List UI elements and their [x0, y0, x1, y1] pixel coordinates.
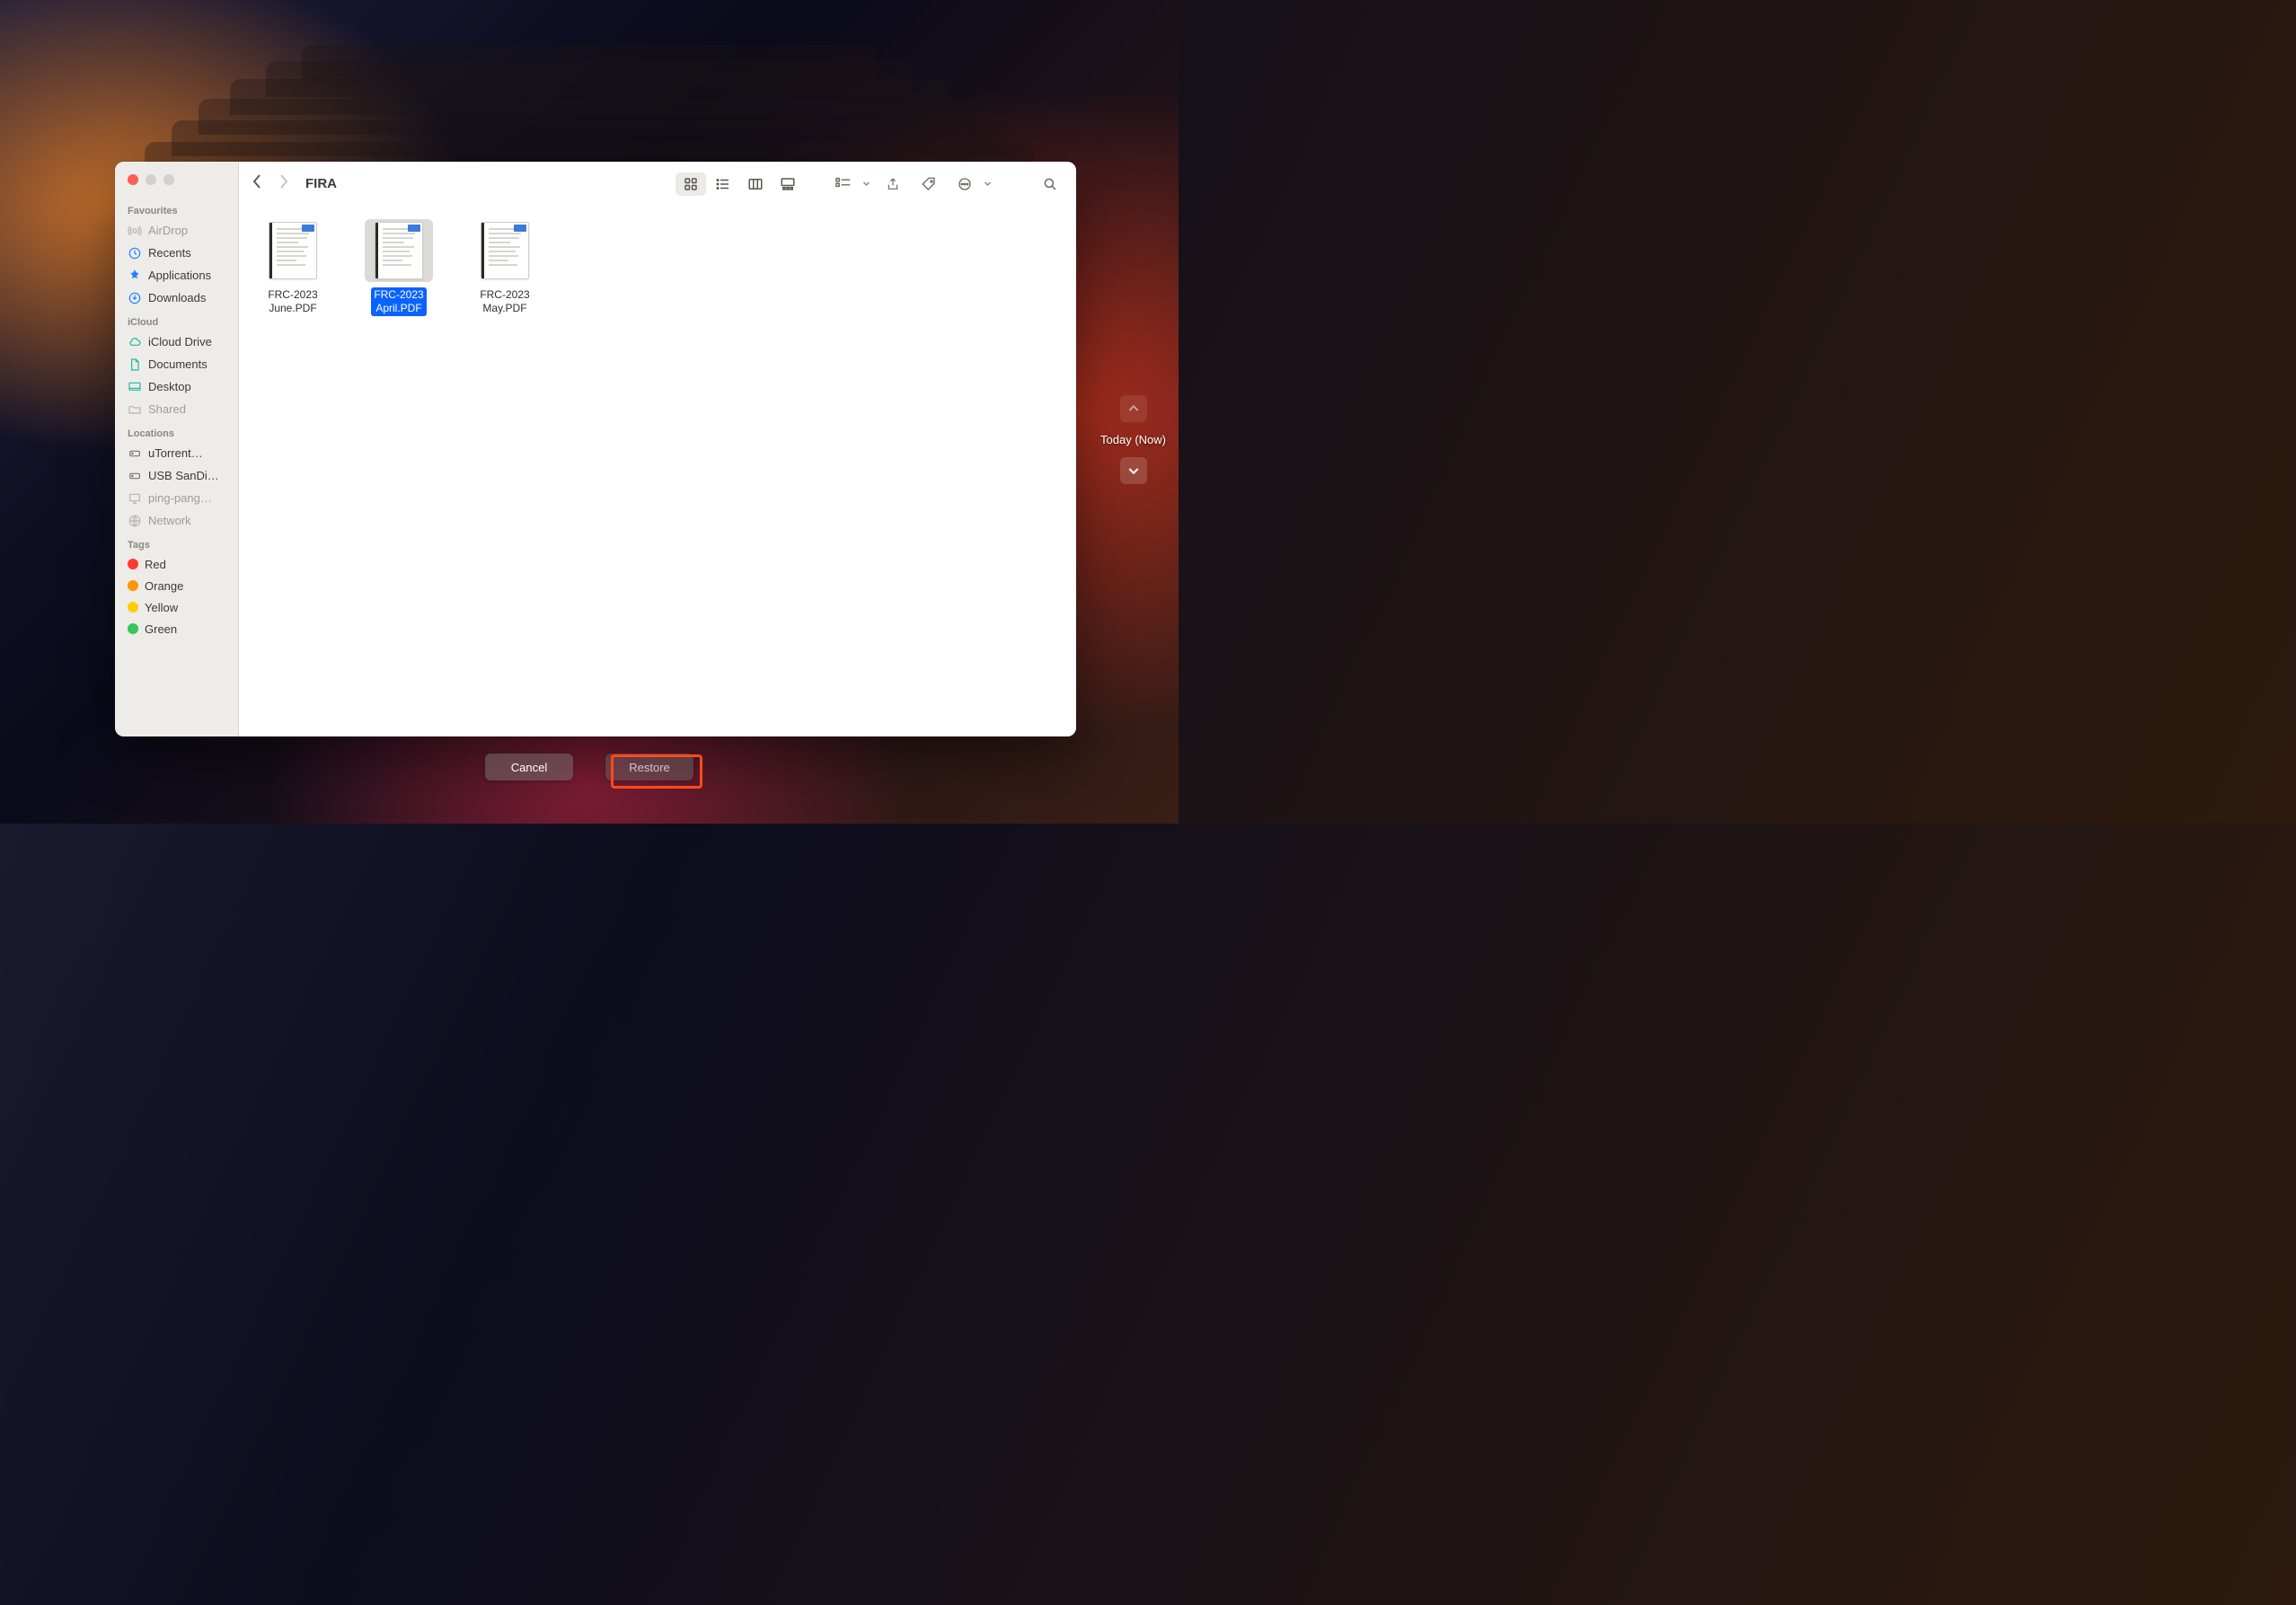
sidebar-item-icloud-drive[interactable]: iCloud Drive	[115, 331, 238, 353]
sidebar-item-pingpang[interactable]: ping-pang…	[115, 487, 238, 509]
finder-window: Favourites AirDrop Recents Applications	[115, 162, 1076, 736]
sidebar-item-tag-yellow[interactable]: Yellow	[115, 596, 238, 618]
sidebar-item-label: Orange	[145, 579, 183, 593]
sidebar-item-label: iCloud Drive	[148, 335, 212, 348]
airdrop-icon	[128, 224, 142, 238]
sidebar-item-usb[interactable]: USB SanDi…	[115, 464, 238, 487]
sidebar-heading: iCloud	[115, 314, 238, 331]
zoom-window-button[interactable]	[163, 174, 174, 185]
sidebar-item-documents[interactable]: Documents	[115, 353, 238, 375]
main-pane: FIRA	[239, 162, 1076, 736]
chevron-down-icon	[984, 176, 992, 192]
document-icon	[128, 357, 142, 372]
sidebar-section-icloud: iCloud iCloud Drive Documents Desktop	[115, 314, 238, 420]
file-label: FRC-2023 May.PDF	[477, 287, 532, 316]
sidebar-item-downloads[interactable]: Downloads	[115, 287, 238, 309]
sidebar-item-label: USB SanDi…	[148, 469, 219, 482]
tag-dot-icon	[128, 602, 138, 613]
view-list-button[interactable]	[708, 172, 738, 196]
sidebar-item-recents[interactable]: Recents	[115, 242, 238, 264]
chevron-down-icon	[862, 176, 870, 192]
sidebar-item-tag-green[interactable]: Green	[115, 618, 238, 639]
file-item[interactable]: FRC-2023 June.PDF	[255, 219, 331, 316]
toolbar: FIRA	[239, 162, 1076, 207]
close-window-button[interactable]	[128, 174, 138, 185]
sidebar-item-tag-orange[interactable]: Orange	[115, 575, 238, 596]
folder-icon	[128, 402, 142, 417]
cancel-button[interactable]: Cancel	[485, 754, 573, 780]
file-thumb	[259, 219, 327, 282]
nav-forward-button[interactable]	[278, 173, 289, 194]
tag-dot-icon	[128, 623, 138, 634]
tag-dot-icon	[128, 580, 138, 591]
file-item[interactable]: FRC-2023 May.PDF	[467, 219, 543, 316]
sidebar-item-label: uTorrent…	[148, 446, 203, 460]
minimize-window-button[interactable]	[146, 174, 156, 185]
apps-icon	[128, 269, 142, 283]
download-icon	[128, 291, 142, 305]
sidebar-item-label: Applications	[148, 269, 211, 282]
view-switch	[674, 171, 805, 198]
sidebar-section-locations: Locations uTorrent… USB SanDi… ping-pang…	[115, 426, 238, 532]
view-columns-button[interactable]	[740, 172, 771, 196]
group-button[interactable]	[830, 172, 857, 196]
sidebar-item-label: Shared	[148, 402, 186, 416]
file-label: FRC-2023 April.PDF	[371, 287, 426, 316]
tag-dot-icon	[128, 559, 138, 569]
sidebar-section-favourites: Favourites AirDrop Recents Applications	[115, 203, 238, 309]
sidebar-item-label: AirDrop	[148, 224, 188, 237]
timeline-panel: Today (Now)	[1100, 395, 1166, 484]
desktop-icon	[128, 380, 142, 394]
traffic-lights	[115, 171, 238, 198]
view-icons-button[interactable]	[676, 172, 706, 196]
sidebar-item-airdrop[interactable]: AirDrop	[115, 219, 238, 242]
sidebar-item-label: Red	[145, 558, 166, 571]
timeline-next-button[interactable]	[1120, 457, 1147, 484]
sidebar-item-label: ping-pang…	[148, 491, 212, 505]
timeline-label: Today (Now)	[1100, 433, 1166, 446]
sidebar-item-label: Desktop	[148, 380, 191, 393]
nav-arrows	[252, 173, 289, 194]
file-item-selected[interactable]: FRC-2023 April.PDF	[361, 219, 437, 316]
sidebar-item-desktop[interactable]: Desktop	[115, 375, 238, 398]
sidebar-item-network[interactable]: Network	[115, 509, 238, 532]
clock-icon	[128, 246, 142, 260]
sidebar-item-shared[interactable]: Shared	[115, 398, 238, 420]
sidebar-item-utorrent[interactable]: uTorrent…	[115, 442, 238, 464]
sidebar-item-label: Recents	[148, 246, 191, 260]
action-bar: Cancel Restore	[485, 754, 693, 780]
action-menu-button[interactable]	[951, 172, 978, 196]
restore-button[interactable]: Restore	[605, 754, 693, 780]
timeline-prev-button[interactable]	[1120, 395, 1147, 422]
file-grid: FRC-2023 June.PDF FRC-2023 April.PDF	[239, 207, 1076, 736]
file-thumb	[471, 219, 539, 282]
disk-icon	[128, 469, 142, 483]
cloud-icon	[128, 335, 142, 349]
file-thumb	[365, 219, 433, 282]
sidebar-item-applications[interactable]: Applications	[115, 264, 238, 287]
sidebar: Favourites AirDrop Recents Applications	[115, 162, 239, 736]
disk-icon	[128, 446, 142, 461]
globe-icon	[128, 514, 142, 528]
sidebar-item-label: Yellow	[145, 601, 178, 614]
sidebar-item-label: Green	[145, 622, 177, 636]
computer-icon	[128, 491, 142, 506]
nav-back-button[interactable]	[252, 173, 262, 194]
view-gallery-button[interactable]	[773, 172, 803, 196]
sidebar-item-label: Network	[148, 514, 191, 527]
search-button[interactable]	[1037, 172, 1064, 196]
sidebar-heading: Tags	[115, 537, 238, 553]
file-label: FRC-2023 June.PDF	[265, 287, 320, 316]
sidebar-item-tag-red[interactable]: Red	[115, 553, 238, 575]
sidebar-item-label: Documents	[148, 357, 208, 371]
sidebar-section-tags: Tags Red Orange Yellow Green	[115, 537, 238, 639]
sidebar-heading: Locations	[115, 426, 238, 442]
sidebar-item-label: Downloads	[148, 291, 206, 304]
share-button[interactable]	[879, 172, 906, 196]
tags-button[interactable]	[915, 172, 942, 196]
sidebar-heading: Favourites	[115, 203, 238, 219]
folder-title: FIRA	[305, 176, 337, 191]
